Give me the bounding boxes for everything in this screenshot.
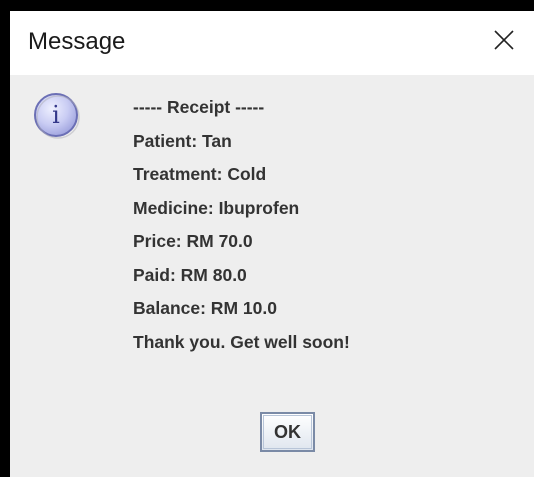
dialog-body: i ----- Receipt ----- Patient: Tan Treat… xyxy=(10,75,534,477)
balance-line: Balance: RM 10.0 xyxy=(133,298,277,318)
info-glyph: i xyxy=(52,101,60,129)
paid-line: Paid: RM 80.0 xyxy=(133,264,247,285)
receipt-message: ----- Receipt ----- Patient: Tan Treatme… xyxy=(133,91,513,359)
title-bar[interactable]: Message xyxy=(10,11,534,75)
treatment-line: Treatment: Cold xyxy=(133,164,267,184)
ok-button[interactable]: OK xyxy=(260,412,315,452)
message-dialog: Message i ----- Receipt ----- Patient: T… xyxy=(10,11,534,477)
medicine-line: Medicine: Ibuprofen xyxy=(133,197,300,218)
info-icon: i xyxy=(32,91,80,139)
window-title: Message xyxy=(28,28,126,55)
receipt-header: ----- Receipt ----- xyxy=(133,97,265,117)
close-button[interactable] xyxy=(484,21,524,61)
thank-you-line: Thank you. Get well soon! xyxy=(133,331,350,352)
patient-line: Patient: Tan xyxy=(133,130,232,151)
close-icon xyxy=(494,30,514,50)
price-line: Price: RM 70.0 xyxy=(133,231,253,251)
